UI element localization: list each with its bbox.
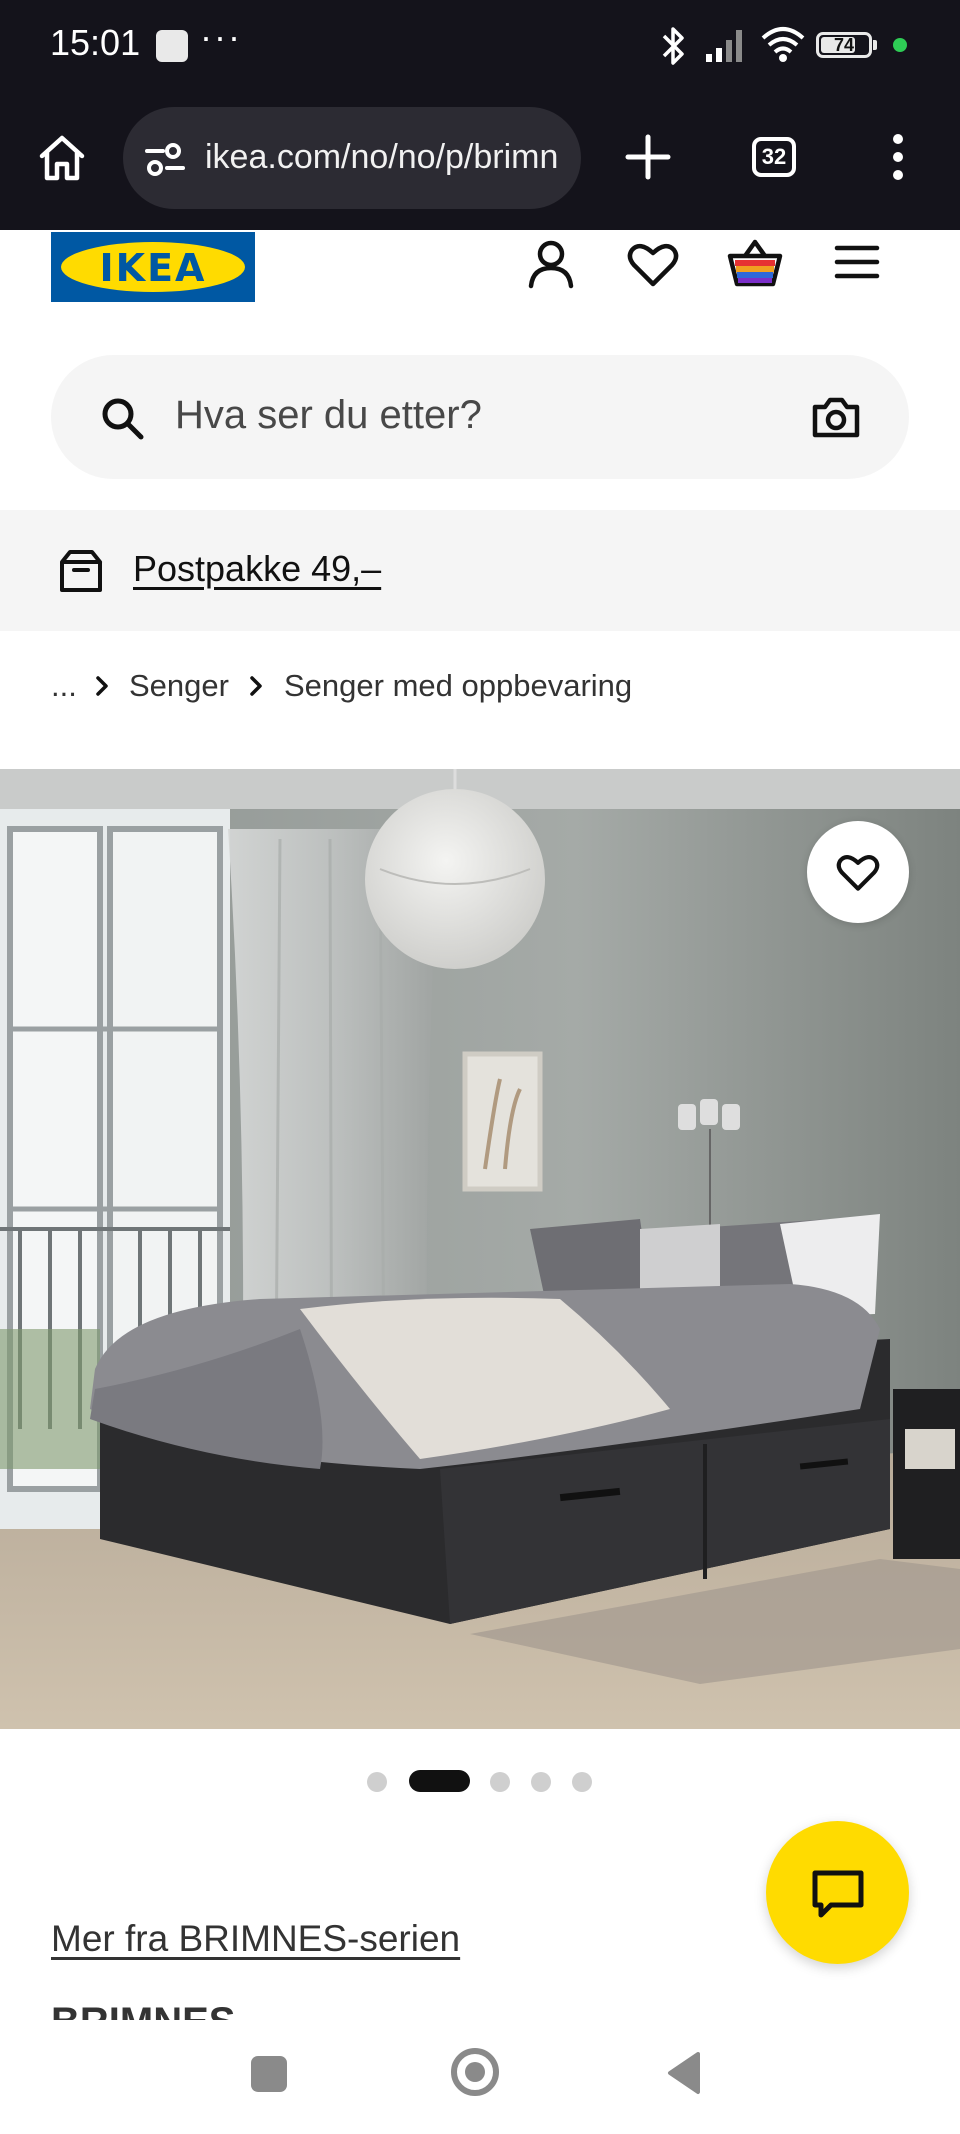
battery-tip (873, 40, 877, 50)
breadcrumb-item-senger-med-oppbevaring[interactable]: Senger med oppbevaring (284, 668, 632, 704)
site-settings-icon[interactable] (143, 139, 187, 179)
back-button[interactable] (664, 2050, 704, 2096)
carousel-dot[interactable] (572, 1772, 592, 1792)
product-image[interactable] (0, 769, 960, 1729)
carousel-dot-active[interactable] (409, 1770, 470, 1792)
address-bar[interactable]: ikea.com/no/no/p/brimn (123, 107, 581, 209)
chat-icon (812, 1870, 864, 1918)
system-nav-bar (0, 2020, 960, 2134)
recents-button[interactable] (251, 2056, 287, 2092)
more-notifications-icon: ··· (200, 16, 242, 57)
more-vert-icon[interactable] (884, 131, 912, 183)
privacy-indicator (893, 38, 907, 52)
menu-icon[interactable] (834, 242, 880, 282)
account-icon[interactable] (525, 238, 577, 290)
chat-button[interactable] (766, 1821, 909, 1964)
home-icon[interactable] (36, 132, 88, 184)
product-name: BRIMNES (51, 2000, 236, 2022)
tabs-icon[interactable]: 32 (752, 137, 796, 177)
status-time: 15:01 (50, 22, 141, 63)
chevron-right-icon (250, 676, 262, 696)
promo-link[interactable]: Postpakke 49,– (133, 548, 381, 590)
breadcrumb-item-senger[interactable]: Senger (129, 668, 229, 704)
notification-icon (156, 30, 188, 62)
carousel-dot[interactable] (367, 1772, 387, 1792)
battery-icon: 74 (816, 32, 872, 58)
search-input[interactable]: Hva ser du etter? (175, 393, 482, 438)
promo-banner: Postpakke 49,– (0, 510, 960, 631)
chevron-right-icon (96, 676, 108, 696)
home-button[interactable] (451, 2048, 499, 2096)
search-icon (102, 398, 144, 440)
breadcrumb-ellipsis[interactable]: ... (51, 668, 77, 704)
search-bar[interactable]: Hva ser du etter? (51, 355, 909, 479)
carousel-dot[interactable] (490, 1772, 510, 1792)
browser-toolbar: ikea.com/no/no/p/brimn 32 (0, 95, 960, 230)
logo-text: IKEA (99, 246, 207, 290)
url-text[interactable]: ikea.com/no/no/p/brimn (205, 138, 575, 177)
signal-icon (706, 30, 742, 62)
bedroom-photo (0, 769, 960, 1729)
ikea-logo[interactable]: IKEA (51, 232, 255, 302)
carousel-dot[interactable] (531, 1772, 551, 1792)
series-link[interactable]: Mer fra BRIMNES-serien (51, 1918, 460, 1960)
basket-icon[interactable] (726, 238, 784, 290)
camera-icon[interactable] (811, 395, 861, 439)
plus-icon[interactable] (624, 133, 672, 181)
parcel-icon (60, 550, 102, 592)
status-bar: 15:01 ··· 74 (0, 0, 960, 95)
bluetooth-icon (662, 27, 684, 65)
battery-level: 74 (833, 35, 855, 55)
favorite-button[interactable] (807, 821, 909, 923)
wifi-icon (761, 27, 805, 62)
heart-icon (836, 855, 880, 891)
heart-icon[interactable] (627, 240, 679, 288)
